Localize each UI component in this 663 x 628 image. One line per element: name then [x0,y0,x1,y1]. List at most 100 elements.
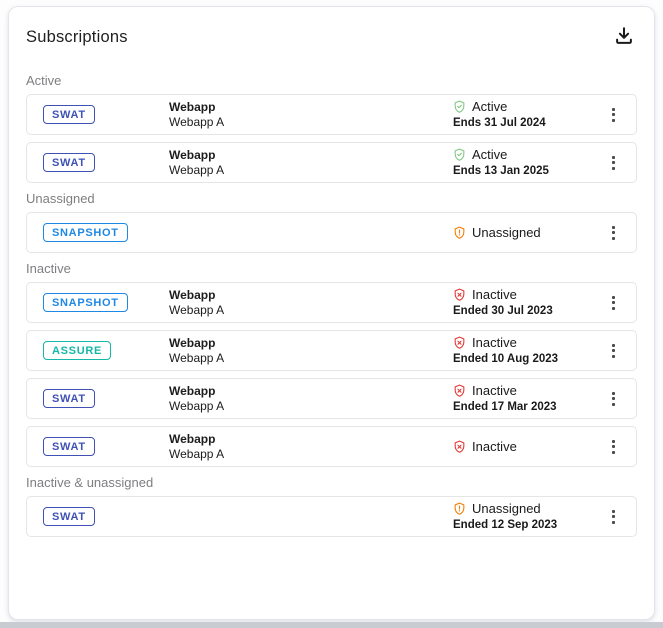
window-bottom-edge [0,622,663,628]
status-label: Active [472,98,507,115]
section-rows: SNAPSHOT Webapp Webapp A Inactive Ended … [26,282,637,467]
badge-cell: SNAPSHOT [27,293,169,312]
status-date: Ended 10 Aug 2023 [453,351,591,367]
card-header: Subscriptions [26,23,637,52]
row-menu-button[interactable] [604,339,623,363]
status-line: Active [453,98,591,115]
status-label: Inactive [472,286,517,303]
status-line: Active [453,146,591,163]
row-menu-button[interactable] [604,387,623,411]
product-badge: SWAT [43,153,95,172]
product-badge: ASSURE [43,341,111,360]
menu-cell [591,221,636,245]
section-label: Unassigned [26,190,637,208]
kebab-icon [612,440,615,454]
section-rows: SNAPSHOT Unassigned [26,212,637,253]
shield-check-icon [453,100,466,113]
product-badge: SWAT [43,389,95,408]
shield-exclamation-icon [453,226,466,239]
page-title: Subscriptions [26,28,128,47]
badge-cell: SWAT [27,437,169,456]
status-line: Inactive [453,382,591,399]
subscription-row[interactable]: SWAT Webapp Webapp A Inactive Ended 17 M… [26,378,637,419]
menu-cell [591,387,636,411]
status-label: Active [472,146,507,163]
subscription-row[interactable]: SWAT Webapp Webapp A Active Ends 31 Jul … [26,94,637,135]
status-cell: Active Ends 13 Jan 2025 [453,146,591,179]
product-name: Webapp [169,384,453,399]
product-subname: Webapp A [169,351,453,366]
subscription-row[interactable]: ASSURE Webapp Webapp A Inactive Ended 10… [26,330,637,371]
kebab-icon [612,510,615,524]
row-menu-button[interactable] [604,103,623,127]
product-cell: Webapp Webapp A [169,100,453,130]
status-date: Ends 31 Jul 2024 [453,115,591,131]
status-line: Inactive [453,334,591,351]
product-cell: Webapp Webapp A [169,384,453,414]
shield-check-icon [453,148,466,161]
product-subname: Webapp A [169,163,453,178]
row-menu-button[interactable] [604,291,623,315]
status-date: Ended 17 Mar 2023 [453,399,591,415]
row-menu-button[interactable] [604,221,623,245]
status-label: Inactive [472,334,517,351]
status-cell: Inactive Ended 17 Mar 2023 [453,382,591,415]
shield-x-icon [453,336,466,349]
status-date: Ended 30 Jul 2023 [453,303,591,319]
subscription-row[interactable]: SWAT Unassigned Ended 12 Sep 2023 [26,496,637,537]
product-subname: Webapp A [169,447,453,462]
row-menu-button[interactable] [604,435,623,459]
product-cell: Webapp Webapp A [169,148,453,178]
product-name: Webapp [169,100,453,115]
badge-cell: SWAT [27,105,169,124]
subscription-row[interactable]: SNAPSHOT Unassigned [26,212,637,253]
product-cell: Webapp Webapp A [169,432,453,462]
section-rows: SWAT Webapp Webapp A Active Ends 31 Jul … [26,94,637,183]
subscriptions-card: Subscriptions Active SWAT Webapp Webapp … [8,6,655,620]
download-icon [613,25,635,50]
subscription-section: Inactive SNAPSHOT Webapp Webapp A Inacti… [26,260,637,467]
subscription-row[interactable]: SNAPSHOT Webapp Webapp A Inactive Ended … [26,282,637,323]
status-line: Inactive [453,438,591,455]
product-badge: SWAT [43,437,95,456]
menu-cell [591,435,636,459]
status-cell: Active Ends 31 Jul 2024 [453,98,591,131]
status-cell: Inactive [453,438,591,455]
menu-cell [591,505,636,529]
status-cell: Unassigned [453,224,591,241]
status-line: Inactive [453,286,591,303]
product-name: Webapp [169,288,453,303]
subscription-row[interactable]: SWAT Webapp Webapp A Inactive [26,426,637,467]
status-label: Unassigned [472,224,541,241]
product-badge: SWAT [43,105,95,124]
badge-cell: SWAT [27,507,169,526]
product-cell: Webapp Webapp A [169,336,453,366]
kebab-icon [612,226,615,240]
section-rows: SWAT Unassigned Ended 12 Sep 2023 [26,496,637,537]
status-cell: Inactive Ended 30 Jul 2023 [453,286,591,319]
status-date: Ends 13 Jan 2025 [453,163,591,179]
shield-x-icon [453,384,466,397]
menu-cell [591,151,636,175]
section-label: Active [26,72,637,90]
row-menu-button[interactable] [604,505,623,529]
sections-container: Active SWAT Webapp Webapp A Active Ends … [26,72,637,537]
product-badge: SNAPSHOT [43,293,128,312]
subscription-row[interactable]: SWAT Webapp Webapp A Active Ends 13 Jan … [26,142,637,183]
row-menu-button[interactable] [604,151,623,175]
product-badge: SNAPSHOT [43,223,128,242]
status-label: Inactive [472,438,517,455]
product-cell: Webapp Webapp A [169,288,453,318]
badge-cell: SNAPSHOT [27,223,169,242]
product-subname: Webapp A [169,115,453,130]
kebab-icon [612,108,615,122]
menu-cell [591,291,636,315]
menu-cell [591,339,636,363]
download-button[interactable] [611,23,637,52]
status-line: Unassigned [453,224,591,241]
status-cell: Inactive Ended 10 Aug 2023 [453,334,591,367]
subscription-section: Inactive & unassigned SWAT Unassigned En… [26,474,637,537]
badge-cell: ASSURE [27,341,169,360]
badge-cell: SWAT [27,153,169,172]
section-label: Inactive & unassigned [26,474,637,492]
